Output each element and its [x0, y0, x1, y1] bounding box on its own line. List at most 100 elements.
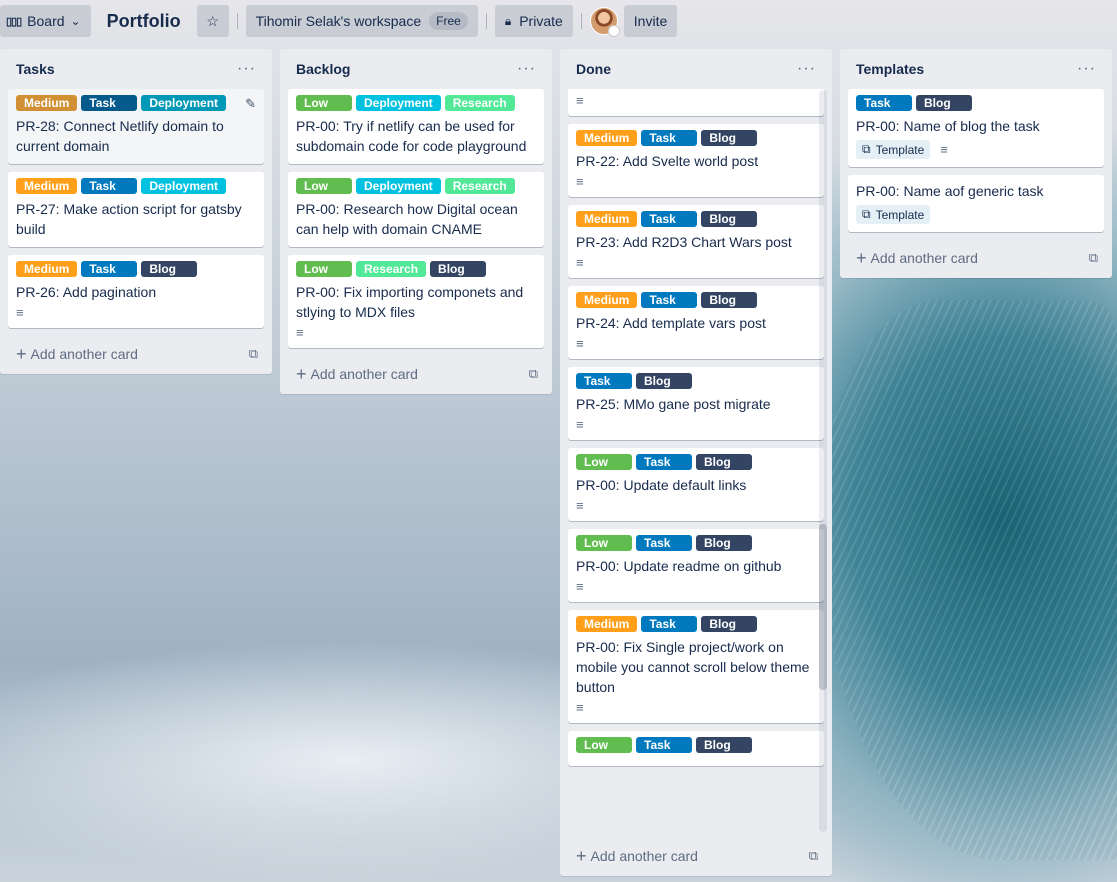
add-card-button[interactable]: + Add another card ⧉: [8, 336, 264, 372]
card-label[interactable]: Task: [641, 130, 698, 146]
card-label[interactable]: Low: [576, 737, 632, 753]
card-label[interactable]: Medium: [576, 130, 638, 146]
card-badges: ⧉ Template ≡: [856, 136, 1096, 159]
card[interactable]: Low Task Blog PR-00: Update readme on githu…: [568, 529, 824, 602]
card[interactable]: Task Blog PR-00: Name of blog the task ⧉ Tem…: [848, 89, 1104, 167]
card[interactable]: Medium Task Blog PR-00: Fix Single project/…: [568, 610, 824, 723]
card-labels: Medium Task Blog: [576, 211, 816, 227]
card-label[interactable]: Blog: [701, 130, 758, 146]
card-label[interactable]: Medium: [16, 261, 78, 277]
avatar[interactable]: [589, 7, 620, 37]
card-label[interactable]: Task: [856, 95, 912, 111]
template-icon[interactable]: ⧉: [529, 366, 538, 382]
card-label[interactable]: Task: [636, 535, 692, 551]
card-label[interactable]: Task: [636, 454, 692, 470]
card-label[interactable]: Task: [81, 178, 138, 194]
card-label[interactable]: Deployment: [141, 178, 227, 194]
list-title[interactable]: Templates: [856, 61, 924, 77]
card[interactable]: Low Deployment Research PR-00: Try if netli…: [288, 89, 544, 164]
star-button[interactable]: ☆: [196, 5, 229, 37]
card-label[interactable]: Task: [641, 292, 698, 308]
template-icon[interactable]: ⧉: [1089, 250, 1098, 266]
board-view-switcher[interactable]: ▯▯▯ Board ⌄: [0, 5, 91, 37]
card-label[interactable]: Blog: [696, 737, 752, 753]
card-label[interactable]: Blog: [636, 373, 692, 389]
add-card-button[interactable]: + Add another card ⧉: [288, 356, 544, 392]
card-label[interactable]: Blog: [430, 261, 487, 277]
card[interactable]: Medium Task Blog PR-22: Add Svelte world po…: [568, 124, 824, 197]
card-label[interactable]: Task: [81, 261, 138, 277]
card-label[interactable]: Medium: [16, 178, 78, 194]
more-icon[interactable]: ···: [237, 61, 256, 77]
card-label[interactable]: Research: [444, 95, 515, 111]
card-label[interactable]: Research: [444, 178, 515, 194]
more-icon[interactable]: ···: [517, 61, 536, 77]
card-label[interactable]: Low: [296, 261, 352, 277]
card-label[interactable]: Task: [641, 616, 698, 632]
card-label[interactable]: Task: [641, 211, 698, 227]
list-title[interactable]: Tasks: [16, 61, 55, 77]
card-badges: ≡: [296, 322, 536, 340]
list-scroll-area[interactable]: MediumTaskBlogPR-21: Add blogposts to ad…: [568, 89, 824, 838]
card[interactable]: PR-00: Name aof generic task ⧉ Template: [848, 175, 1104, 232]
card-labels: Medium Task Blog: [576, 292, 816, 308]
description-icon: ≡: [16, 305, 24, 320]
card-label[interactable]: Blog: [696, 454, 752, 470]
card-label[interactable]: Blog: [701, 292, 758, 308]
card-label[interactable]: Blog: [141, 261, 198, 277]
header-divider: [236, 13, 238, 29]
visibility-button[interactable]: 🔒︎ Private: [494, 5, 573, 37]
card[interactable]: Low Deployment Research PR-00: Research how…: [288, 172, 544, 247]
list-scrollbar[interactable]: [819, 90, 827, 832]
card[interactable]: Medium Task Blog PR-24: Add template vars p…: [568, 286, 824, 359]
card-label[interactable]: Medium: [576, 616, 638, 632]
card-label[interactable]: Blog: [701, 211, 758, 227]
card-label[interactable]: Low: [296, 95, 352, 111]
scrollbar-thumb[interactable]: [819, 524, 827, 690]
card-label[interactable]: Medium: [576, 292, 638, 308]
card[interactable]: Medium Task Blog PR-23: Add R2D3 Chart Wars…: [568, 205, 824, 278]
card-label[interactable]: Task: [576, 373, 632, 389]
card[interactable]: Low Research Blog PR-00: Fix importing comp…: [288, 255, 544, 348]
add-card-button[interactable]: + Add another card ⧉: [568, 838, 824, 874]
card-label[interactable]: Blog: [696, 535, 752, 551]
list-title[interactable]: Done: [576, 61, 611, 77]
more-icon[interactable]: ···: [1077, 61, 1096, 77]
card-label[interactable]: Blog: [916, 95, 972, 111]
invite-button[interactable]: Invite: [623, 5, 678, 37]
card-label[interactable]: Blog: [701, 616, 758, 632]
card-label[interactable]: Research: [356, 261, 427, 277]
more-icon[interactable]: ···: [797, 61, 816, 77]
card-title: PR-23: Add R2D3 Chart Wars post: [576, 234, 792, 250]
card-label[interactable]: Low: [576, 454, 632, 470]
list-title[interactable]: Backlog: [296, 61, 350, 77]
card-label[interactable]: Low: [296, 178, 352, 194]
card[interactable]: Medium Task Deployment PR-28: Connect Netli…: [8, 89, 264, 164]
card[interactable]: Low Task Blog: [568, 731, 824, 766]
card-label[interactable]: Deployment: [356, 95, 441, 111]
card[interactable]: Task Blog PR-25: MMo gane post migrate ≡: [568, 367, 824, 440]
card-title: PR-22: Add Svelte world post: [576, 153, 759, 169]
template-icon[interactable]: ⧉: [809, 848, 818, 864]
card-label[interactable]: Deployment: [356, 178, 441, 194]
card-label[interactable]: Medium: [576, 211, 638, 227]
card-label[interactable]: Deployment: [141, 95, 227, 111]
board-view-label: Board: [27, 13, 65, 29]
card[interactable]: Medium Task Deployment PR-27: Make action s…: [8, 172, 264, 247]
card-label[interactable]: Medium: [16, 95, 78, 111]
board-title[interactable]: Portfolio: [107, 11, 181, 32]
edit-icon[interactable]: ✎: [245, 96, 256, 112]
plus-icon: +: [296, 363, 307, 384]
add-card-button[interactable]: + Add another card ⧉: [848, 240, 1104, 276]
workspace-button[interactable]: Tihomir Selak's workspace Free: [245, 5, 478, 37]
template-badge: ⧉ Template: [856, 205, 931, 224]
card-badges: ≡: [576, 576, 816, 594]
card-labels: Medium Task Blog: [576, 616, 816, 632]
card[interactable]: Low Task Blog PR-00: Update default links ≡: [568, 448, 824, 521]
card-label[interactable]: Low: [576, 535, 632, 551]
card[interactable]: MediumTaskBlogPR-21: Add blogposts to ad…: [568, 89, 824, 116]
card-label[interactable]: Task: [81, 95, 138, 111]
template-icon[interactable]: ⧉: [249, 346, 258, 362]
card-label[interactable]: Task: [636, 737, 692, 753]
card[interactable]: Medium Task Blog PR-26: Add pagination ≡: [8, 255, 264, 328]
